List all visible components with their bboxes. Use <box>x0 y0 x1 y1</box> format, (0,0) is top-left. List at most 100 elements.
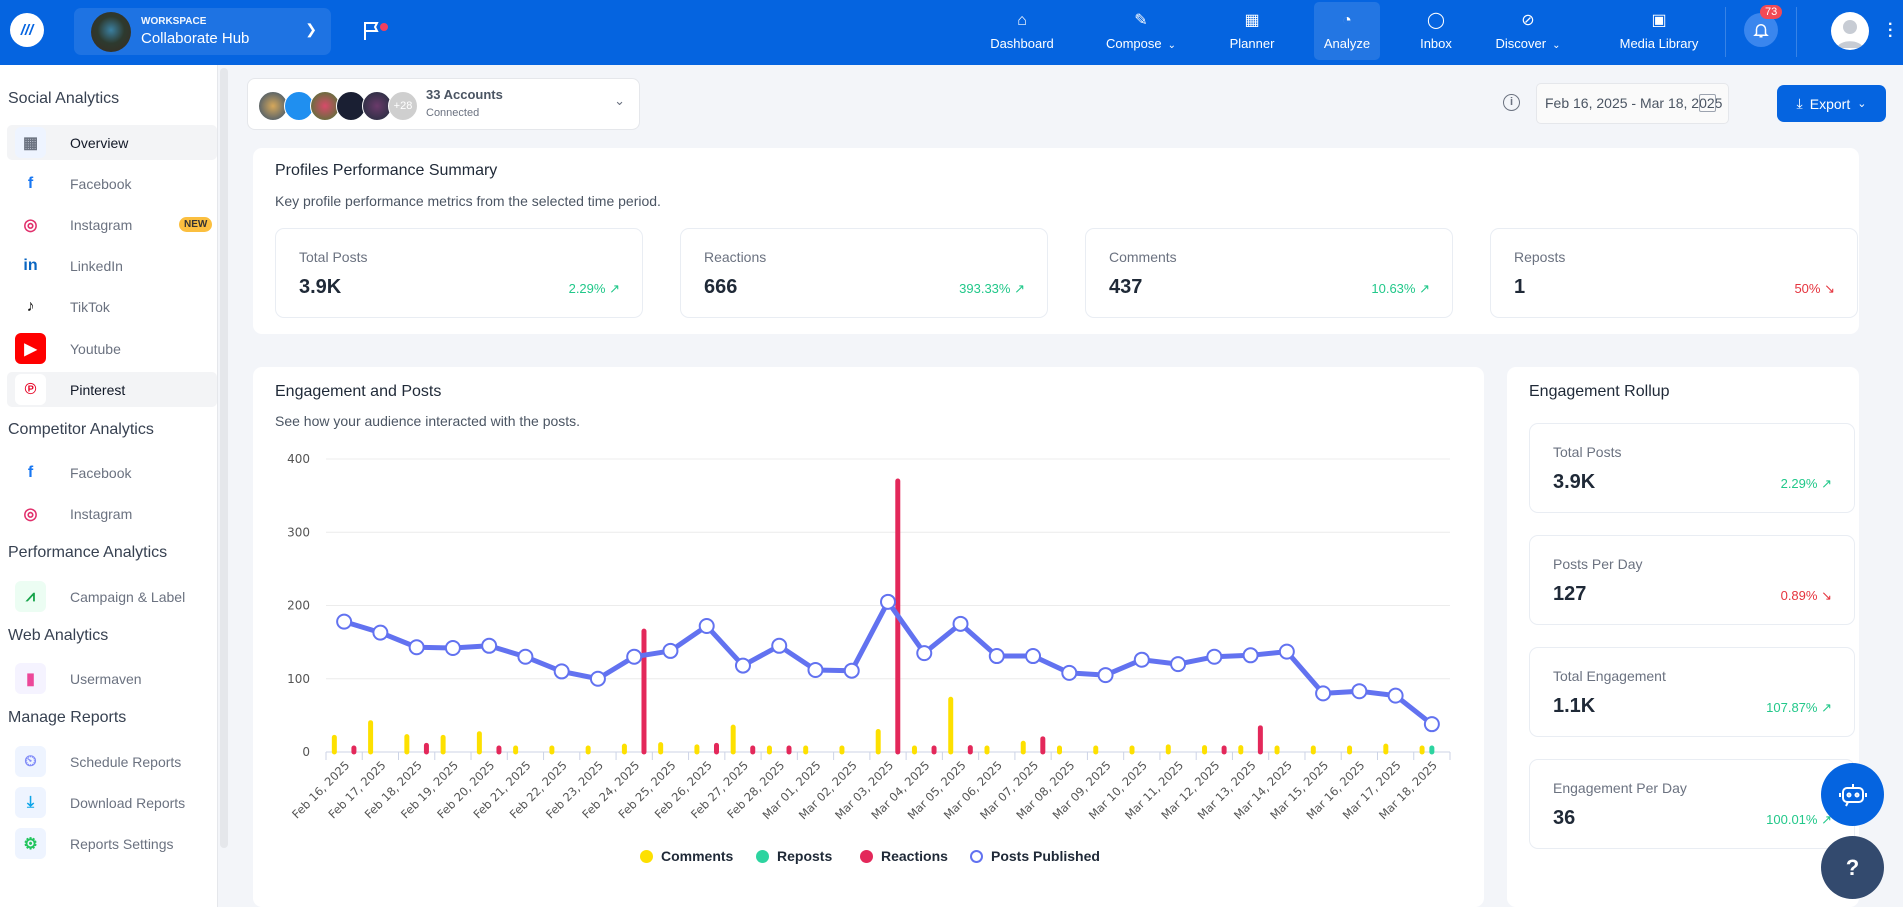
accounts-selector[interactable]: +28 33 Accounts Connected ⌄ <box>247 78 640 130</box>
sidebar-item-youtube[interactable]: ▶ Youtube <box>7 331 217 366</box>
facebook-icon: f <box>15 168 46 199</box>
nav-label: Compose <box>1105 35 1162 51</box>
help-button[interactable]: ? <box>1821 836 1884 899</box>
user-icon <box>1837 20 1863 48</box>
sidebar-item-schedule-reports[interactable]: ⏲ Schedule Reports <box>7 744 217 779</box>
nav-inbox[interactable]: ◯ Inbox <box>1406 2 1466 60</box>
sidebar-item-tiktok[interactable]: ♪ TikTok <box>7 289 217 324</box>
sidebar-item-label: Campaign & Label <box>70 588 186 605</box>
sidebar-item-instagram[interactable]: ◎ Instagram NEW <box>7 207 217 242</box>
sidebar-item-overview[interactable]: ▦ Overview <box>7 125 217 160</box>
posts-published-point <box>698 618 715 635</box>
metric-value: 437 <box>1109 276 1143 298</box>
legend-item-posts-published[interactable]: Posts Published <box>970 848 1100 864</box>
pencil-icon: ✎ <box>1134 11 1148 29</box>
more-options-icon[interactable]: · · · <box>1888 17 1893 45</box>
chat-icon: ◯ <box>1427 11 1445 29</box>
nav-label: Analyze <box>1323 35 1371 51</box>
metric-card: Posts Per Day 127 0.89% ↘ <box>1529 535 1855 625</box>
divider <box>1725 7 1726 57</box>
chevron-down-icon: ❯ <box>305 21 317 37</box>
posts-published-point <box>952 615 969 632</box>
ai-assistant-button[interactable] <box>1821 763 1884 826</box>
posts-published-point <box>988 648 1005 665</box>
sidebar-item-pinterest[interactable]: ℗ Pinterest <box>7 372 217 407</box>
nav-label: Discover <box>1495 35 1547 51</box>
chevron-down-icon: ⌄ <box>1857 98 1867 110</box>
posts-published-point <box>1025 648 1042 665</box>
user-avatar[interactable] <box>1831 12 1869 50</box>
sidebar-item-label: Instagram <box>70 216 133 233</box>
nav-dashboard[interactable]: ⌂ Dashboard <box>977 2 1067 60</box>
nav-compose[interactable]: ✎ Compose ⌄ <box>1086 2 1196 60</box>
arrow-down-right-icon: ↘ <box>1824 281 1835 296</box>
sidebar-item-label: Usermaven <box>70 670 142 687</box>
sidebar-item-label: Facebook <box>70 175 132 192</box>
metric-label: Total Posts <box>1553 444 1622 460</box>
sidebar-item-instagram[interactable]: ◎ Instagram <box>7 496 217 531</box>
metric-change: 0.89% ↘ <box>1780 588 1832 603</box>
posts-published-point <box>589 670 606 687</box>
nav-media-library[interactable]: ▣ Media Library <box>1604 2 1714 60</box>
sidebar-item-download-reports[interactable]: ⤓ Download Reports <box>7 785 217 820</box>
new-badge: NEW <box>179 217 213 232</box>
posts-published-point <box>1133 651 1150 668</box>
sidebar-item-facebook[interactable]: f Facebook <box>7 455 217 490</box>
divider <box>1796 7 1797 57</box>
sidebar-item-label: LinkedIn <box>70 257 123 274</box>
sidebar-section-title: Competitor Analytics <box>8 421 154 438</box>
legend-label: Comments <box>661 848 734 864</box>
summary-subtitle: Key profile performance metrics from the… <box>275 193 661 209</box>
metric-change: 50% ↘ <box>1794 281 1835 296</box>
sidebar-item-campaign-label[interactable]: ⩘ Campaign & Label <box>7 579 217 614</box>
home-icon: ⌂ <box>1017 11 1027 29</box>
nav-analyze[interactable]: ◔ Analyze <box>1314 2 1380 60</box>
engagement-chart: 0100200300400Feb 16, 2025Feb 17, 2025Feb… <box>287 452 1451 822</box>
legend-item-comments[interactable]: Comments <box>640 848 733 864</box>
metric-value: 3.9K <box>299 276 342 298</box>
flag-icon[interactable] <box>360 19 384 43</box>
sidebar-item-facebook[interactable]: f Facebook <box>7 166 217 201</box>
download-report-icon: ⤓ <box>15 787 46 818</box>
schedule-report-icon: ⏲ <box>15 746 46 777</box>
date-range-picker[interactable]: Feb 16, 2025 - Mar 18, 2025 <box>1536 83 1729 124</box>
analytics-icon: ◔ <box>1342 11 1352 29</box>
sidebar-item-reports-settings[interactable]: ⚙ Reports Settings <box>7 826 217 861</box>
nav-discover[interactable]: ⊘ Discover ⌄ <box>1478 2 1578 60</box>
engagement-subtitle: See how your audience interacted with th… <box>275 413 581 429</box>
export-button[interactable]: ⤓ Export ⌄ <box>1777 85 1886 122</box>
flag-notification-dot <box>380 23 388 31</box>
y-tick-label: 0 <box>302 745 310 759</box>
engagement-title: Engagement and Posts <box>275 383 442 400</box>
posts-published-point <box>1097 667 1114 684</box>
metric-change: 107.87% ↗ <box>1766 700 1832 715</box>
sidebar-item-usermaven[interactable]: ▮ Usermaven <box>7 661 217 696</box>
arrow-up-right-icon: ↗ <box>609 281 620 296</box>
robot-icon <box>1838 783 1867 806</box>
posts-published-point <box>880 593 896 610</box>
tiktok-icon: ♪ <box>15 291 46 322</box>
chevron-down-icon: ⌄ <box>614 93 625 108</box>
metric-card: Total Engagement 1.1K 107.87% ↗ <box>1529 647 1855 737</box>
workspace-avatar <box>91 11 131 52</box>
youtube-icon: ▶ <box>15 333 46 364</box>
info-icon[interactable]: i <box>1503 94 1520 111</box>
app-logo[interactable]: /// <box>10 13 44 47</box>
nav-planner[interactable]: ▦ Planner <box>1217 2 1287 60</box>
posts-published-point <box>1351 683 1368 700</box>
metric-label: Engagement Per Day <box>1553 780 1687 796</box>
posts-published-point <box>1206 648 1223 665</box>
legend-marker <box>640 849 653 863</box>
legend-item-reposts[interactable]: Reposts <box>756 848 832 864</box>
workspace-switcher[interactable]: WORKSPACE Collaborate Hub ❯ <box>74 8 331 55</box>
posts-published-point <box>1315 685 1332 702</box>
legend-item-reactions[interactable]: Reactions <box>860 848 948 864</box>
campaign-chart-icon: ⩘ <box>15 581 46 612</box>
usermaven-icon: ▮ <box>15 663 46 694</box>
facebook-icon: f <box>15 457 46 488</box>
sidebar-item-linkedin[interactable]: in LinkedIn <box>7 248 217 283</box>
posts-published-point <box>1423 716 1440 733</box>
nav-label: Media Library <box>1619 35 1699 51</box>
y-tick-label: 400 <box>287 452 310 466</box>
sidebar-scrollbar[interactable] <box>220 68 228 848</box>
